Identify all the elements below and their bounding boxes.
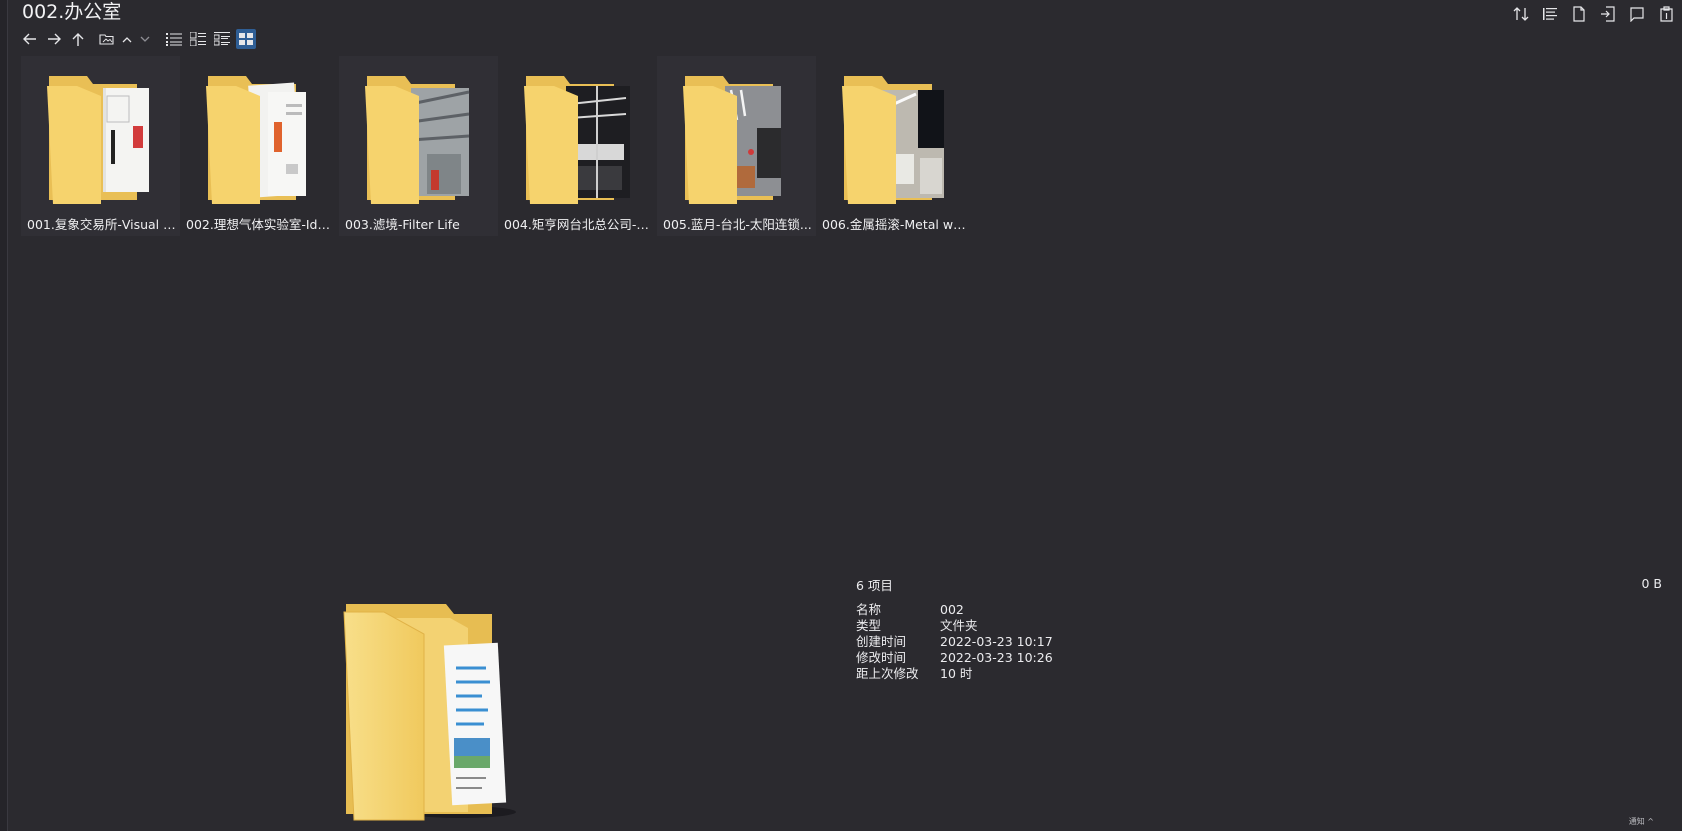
preview-pane-button[interactable] [1627, 4, 1647, 24]
detail-row: 类型 文件夹 [856, 618, 1053, 634]
tiles-view-button[interactable] [212, 29, 232, 49]
import-button[interactable] [1598, 4, 1618, 24]
chevron-up-button[interactable] [120, 29, 134, 49]
back-button[interactable] [20, 29, 40, 49]
arrow-up-icon [72, 32, 84, 46]
folder-item[interactable]: 002.理想气体实验室-Ideal... [180, 56, 339, 236]
clipboard-button[interactable] [1656, 4, 1676, 24]
folder-item[interactable]: 005.蓝月-台北-太阳连锁... [657, 56, 816, 236]
new-file-button[interactable] [1569, 4, 1589, 24]
detail-row: 名称 002 [856, 602, 1053, 618]
new-file-icon [1573, 6, 1585, 22]
item-count: 6 项目 [856, 578, 893, 593]
folder-thumbnail-icon [365, 76, 470, 204]
detail-row: 创建时间 2022-03-23 10:17 [856, 634, 1053, 650]
detail-key: 距上次修改 [856, 666, 919, 681]
folder-thumbnail-icon [683, 76, 781, 204]
folder-item[interactable]: 003.滤境-Filter Life [339, 56, 498, 236]
top-right-toolbar [1511, 4, 1676, 24]
clipboard-icon [1659, 6, 1673, 22]
list-preview-view-button[interactable] [188, 29, 208, 49]
sort-icon [1513, 7, 1529, 21]
chevron-up-icon [122, 36, 132, 42]
forward-button[interactable] [44, 29, 64, 49]
columns-button[interactable] [1540, 4, 1560, 24]
detail-key: 修改时间 [856, 650, 907, 665]
detail-row: 修改时间 2022-03-23 10:26 [856, 650, 1053, 666]
sort-button[interactable] [1511, 4, 1531, 24]
up-button[interactable] [68, 29, 88, 49]
folder-preview-icon [343, 604, 516, 821]
detail-key: 名称 [856, 602, 882, 617]
folder-item[interactable]: 001.复象交易所-Visual Ex... [21, 56, 180, 236]
chevron-down-icon [140, 36, 150, 42]
folder-name: 001.复象交易所-Visual Ex... [27, 217, 177, 232]
folder-thumbnail-icon [524, 76, 630, 204]
detail-key: 创建时间 [856, 634, 907, 649]
details-panel: 6 项目 名称 002 类型 文件夹 创建时间 2022-03-23 10:17 修改… [856, 575, 1053, 682]
navigation-toolbar [20, 28, 256, 50]
arrow-left-icon [23, 33, 36, 45]
folder-name: 004.矩亨网台北总公司-cn... [504, 217, 654, 232]
arrow-right-icon [48, 33, 61, 45]
page-title: 002.办公室 [22, 1, 122, 23]
detail-value: 2022-03-23 10:26 [940, 650, 1053, 665]
total-size: 0 B [1641, 576, 1662, 591]
folder-name: 003.滤境-Filter Life [345, 217, 460, 232]
columns-icon [1543, 8, 1557, 20]
folder-name: 005.蓝月-台北-太阳连锁... [663, 217, 812, 232]
detail-key: 类型 [856, 618, 882, 633]
left-edge-bar [0, 0, 8, 831]
preview-pane-icon [1630, 7, 1644, 22]
detail-row: 距上次修改 10 时 [856, 666, 1053, 682]
tiles-view-icon [214, 32, 230, 46]
notification-status[interactable]: 通知 ^ [1629, 816, 1654, 827]
detail-value: 10 时 [940, 666, 973, 681]
detail-value: 文件夹 [940, 618, 978, 633]
folder-image-icon [98, 34, 114, 45]
thumbnails-view-icon [239, 33, 253, 45]
list-preview-icon [190, 32, 206, 46]
folder-item[interactable]: 006.金属摇滚-Metal work [816, 56, 975, 236]
folder-thumbnail-icon [842, 76, 944, 204]
details-view-icon [166, 33, 182, 46]
detail-value: 002 [940, 602, 964, 617]
folder-thumbnail-icon [206, 76, 306, 204]
details-view-button[interactable] [164, 29, 184, 49]
folder-item[interactable]: 004.矩亨网台北总公司-cn... [498, 56, 657, 236]
folder-name: 006.金属摇滚-Metal work [822, 217, 972, 232]
folder-thumbnail-icon [47, 76, 149, 204]
import-icon [1601, 6, 1615, 22]
folder-button[interactable] [96, 29, 116, 49]
thumbnails-view-button[interactable] [236, 29, 256, 49]
chevron-down-button[interactable] [138, 29, 152, 49]
detail-value: 2022-03-23 10:17 [940, 634, 1053, 649]
folder-name: 002.理想气体实验室-Ideal... [186, 217, 336, 232]
